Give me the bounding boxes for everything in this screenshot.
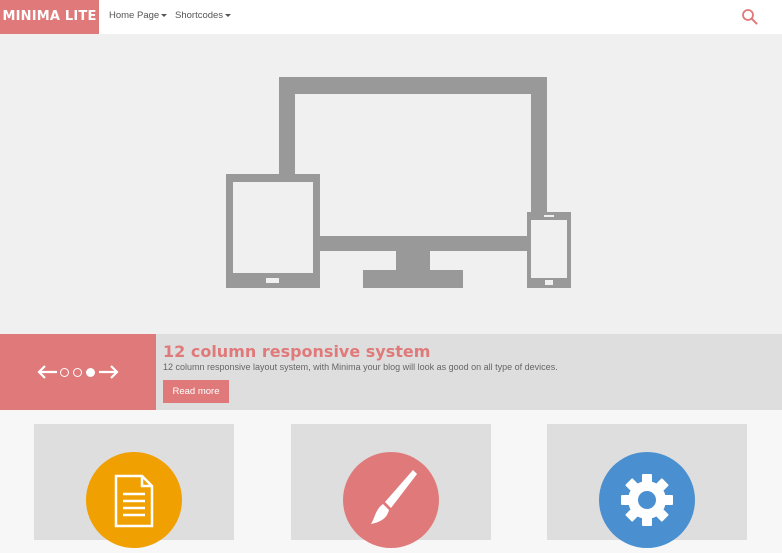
slider-controls <box>0 334 156 410</box>
caret-down-icon <box>225 13 232 17</box>
search-icon[interactable] <box>741 8 759 26</box>
site-logo[interactable]: MINIMA LITE <box>0 0 99 34</box>
feature-card <box>291 424 491 548</box>
read-more-button[interactable]: Read more <box>163 380 229 403</box>
nav-item-shortcodes[interactable]: Shortcodes <box>175 0 232 34</box>
phone-icon <box>527 212 571 288</box>
slide-title: 12 column responsive system <box>163 342 431 361</box>
arrow-right-icon[interactable] <box>98 364 120 380</box>
gear-icon <box>621 474 673 526</box>
top-navbar: MINIMA LITE Home Page Shortcodes <box>0 0 782 34</box>
feature-circle <box>599 452 695 548</box>
feature-card <box>34 424 234 548</box>
responsive-devices-illustration <box>226 77 571 288</box>
hero-banner <box>0 34 782 334</box>
slide-description: 12 column responsive layout system, with… <box>163 362 558 372</box>
document-icon <box>114 474 154 528</box>
feature-card <box>547 424 747 548</box>
slider-dot[interactable] <box>73 368 82 377</box>
feature-circle <box>86 452 182 548</box>
arrow-left-icon[interactable] <box>36 364 58 380</box>
paintbrush-icon <box>371 470 417 524</box>
slider-dot-active[interactable] <box>86 368 95 377</box>
slider-dot[interactable] <box>60 368 69 377</box>
nav-item-home-page[interactable]: Home Page <box>109 0 168 34</box>
nav-item-label: Home Page <box>109 10 160 21</box>
tablet-icon <box>226 174 320 288</box>
slider-caption: 12 column responsive system 12 column re… <box>0 334 782 410</box>
feature-circle <box>343 452 439 548</box>
nav-item-label: Shortcodes <box>175 10 224 21</box>
caret-down-icon <box>161 13 168 17</box>
